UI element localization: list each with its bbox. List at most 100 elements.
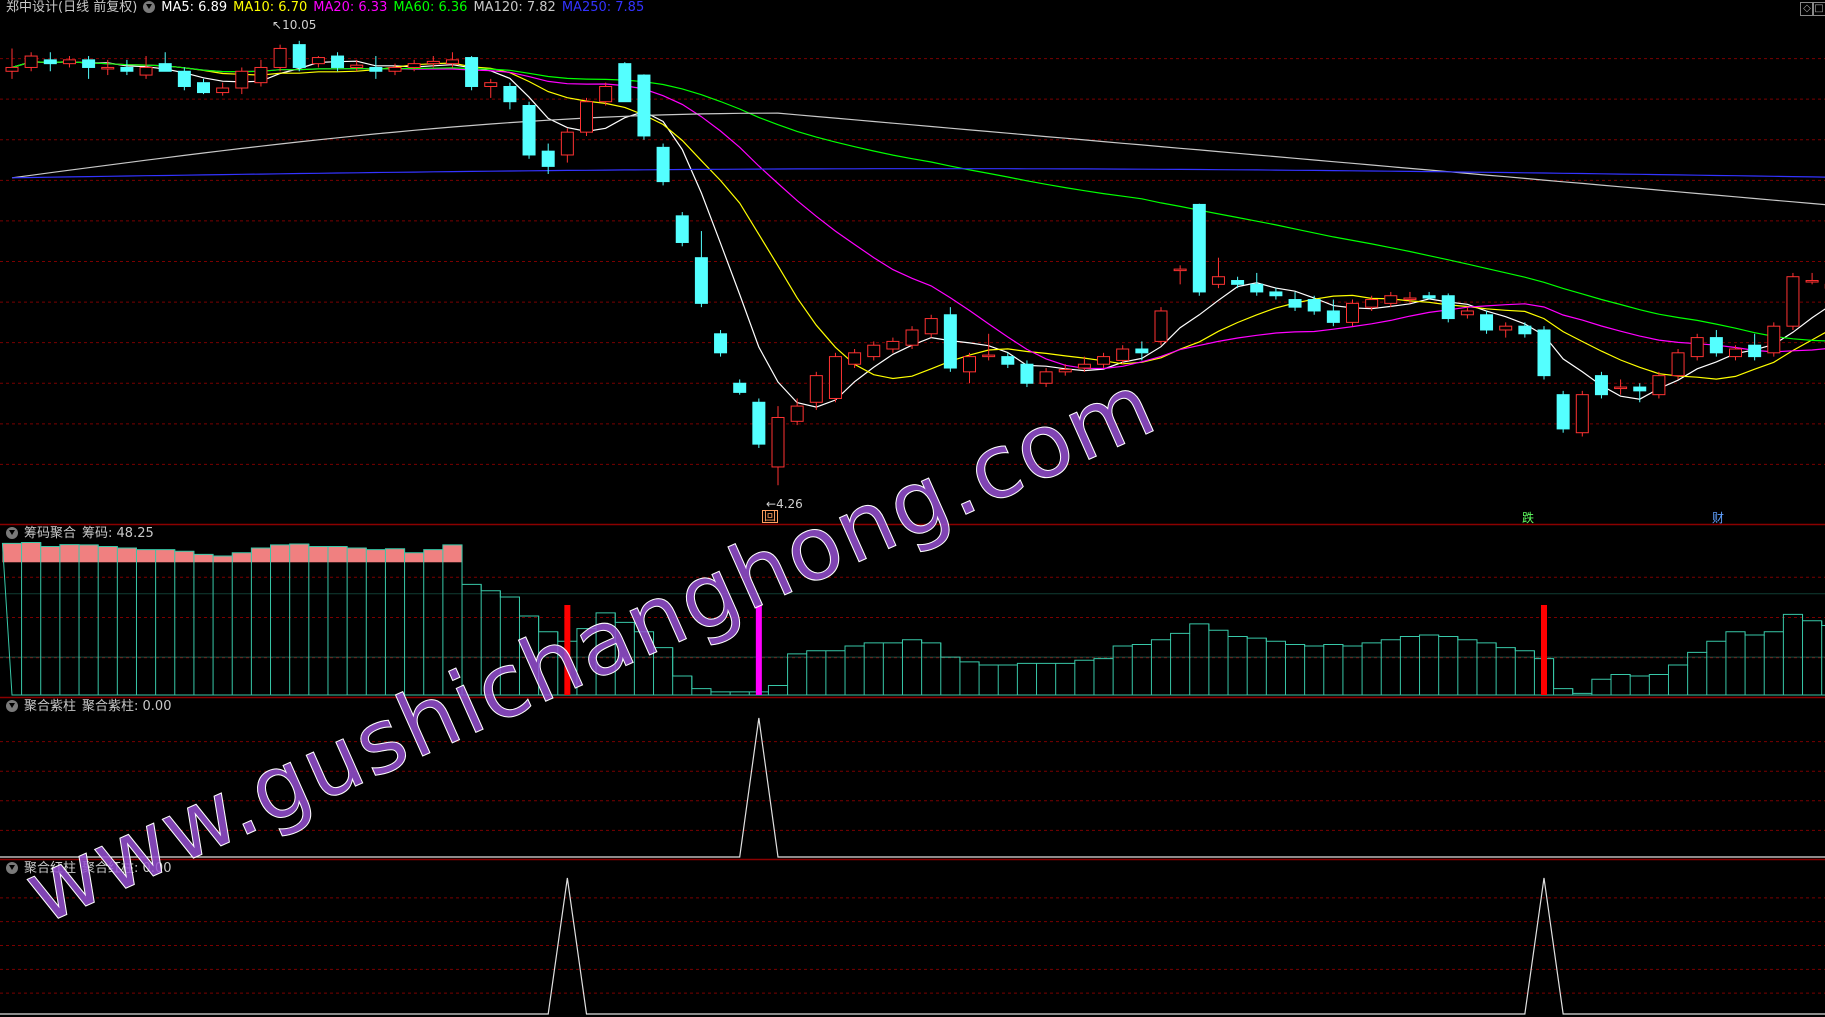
candle-body <box>1384 295 1398 304</box>
dropdown-toggle-icon[interactable] <box>6 527 18 539</box>
chip-fill-block <box>289 543 309 563</box>
chip-fill-block <box>347 548 367 563</box>
candle-body <box>82 59 96 68</box>
high-price-label: ↖10.05 <box>272 18 317 32</box>
chip-fill-block <box>40 546 60 563</box>
candle-body <box>62 59 76 65</box>
candle <box>1480 310 1494 334</box>
candle <box>292 40 306 72</box>
candle-body <box>1307 299 1321 312</box>
candle-body <box>714 333 728 354</box>
candle <box>828 352 842 403</box>
chip-value: 筹码: 48.25 <box>82 526 154 541</box>
candle-body <box>1365 299 1379 308</box>
ma-legend-item: MA5: 6.89 <box>161 0 228 15</box>
candle-body <box>197 82 210 94</box>
candle <box>216 82 230 96</box>
chip-fill-block <box>442 544 463 563</box>
candle-body <box>1518 325 1532 335</box>
chip-fill-block <box>308 546 328 563</box>
purple-panel-header: 聚合紫柱 聚合紫柱: 0.00 <box>6 699 177 715</box>
candle <box>311 56 325 68</box>
ma20-line <box>11 61 1825 370</box>
candle-body <box>1556 394 1570 430</box>
purple-value: 聚合紫柱: 0.00 <box>82 699 172 714</box>
chip-fill-block <box>136 549 156 563</box>
candle-body <box>43 59 57 65</box>
ma-legend-item: MA120: 7.82 <box>473 0 556 15</box>
candle-body <box>848 352 862 365</box>
candle <box>1537 326 1551 380</box>
candle <box>943 307 957 372</box>
chip-fill-block <box>232 552 252 563</box>
candle-body <box>331 55 345 68</box>
candle-body <box>177 70 191 87</box>
candle <box>101 59 115 76</box>
candle <box>1384 291 1398 308</box>
candle <box>24 52 38 72</box>
candle <box>1460 307 1474 319</box>
chip-fill-block <box>21 542 41 563</box>
candle-body <box>101 66 115 70</box>
candle <box>733 379 747 395</box>
candle <box>1499 322 1513 338</box>
candle <box>465 56 479 91</box>
candle <box>82 56 96 79</box>
candle-body <box>254 66 268 84</box>
chip-outline <box>1 542 1825 696</box>
candle-body <box>1020 363 1034 384</box>
candle <box>1250 272 1264 296</box>
candle-body <box>1211 276 1225 285</box>
candle-body <box>273 47 287 68</box>
candle-body <box>560 131 574 156</box>
dropdown-toggle-icon[interactable] <box>143 1 156 13</box>
ma-legend: MA5: 6.89 MA10: 6.70 MA20: 6.33 MA60: 6.36 M… <box>161 0 650 15</box>
candle <box>1269 288 1283 300</box>
candle <box>1231 276 1245 289</box>
candle-body <box>599 85 613 103</box>
candle-body <box>1288 299 1302 308</box>
candle-body <box>1039 371 1053 384</box>
chip-panel-header: 筹码聚合 筹码: 48.25 <box>6 526 160 542</box>
candle-body <box>1671 352 1685 377</box>
candle-body <box>943 314 957 369</box>
chip-fill-block <box>423 549 443 563</box>
candle <box>1154 307 1168 346</box>
candlesticks <box>5 40 1825 486</box>
chip-fill-block <box>327 546 348 563</box>
ma-legend-item: MA250: 7.85 <box>561 0 645 15</box>
main-panel-header: 郑中设计(日线 前复权) MA5: 6.89 MA10: 6.70 MA20: 6.3… <box>6 0 656 16</box>
candle <box>752 398 766 448</box>
candle <box>1805 272 1819 285</box>
candle <box>1575 390 1589 437</box>
candle <box>139 56 153 79</box>
maximize-icon[interactable]: □ <box>1812 2 1825 16</box>
moving-average-lines <box>11 60 1825 408</box>
candle <box>522 101 536 159</box>
candle <box>637 74 651 140</box>
candle-body <box>790 405 804 422</box>
candle-body <box>963 356 976 373</box>
ma60-line <box>11 61 1825 342</box>
candle-body <box>1729 348 1742 358</box>
candle-body <box>1575 394 1589 434</box>
candle-body <box>982 354 996 358</box>
candle-body <box>618 63 632 103</box>
candle-body <box>465 57 479 87</box>
candle-body <box>1326 310 1340 323</box>
candle <box>120 59 134 76</box>
candle <box>675 212 689 247</box>
dropdown-toggle-icon[interactable] <box>6 700 18 712</box>
candle <box>1652 371 1666 399</box>
candle-body <box>886 340 900 350</box>
candle-body <box>1403 297 1417 301</box>
candle-body <box>407 63 421 68</box>
candle-body <box>1154 310 1168 342</box>
candle-body <box>1480 314 1494 331</box>
candle <box>503 82 517 110</box>
chip-fill-block <box>155 549 175 563</box>
candle-body <box>752 401 766 445</box>
candle <box>1748 333 1762 361</box>
ma-legend-item: MA20: 6.33 <box>313 0 388 15</box>
candle-body <box>1690 337 1704 358</box>
